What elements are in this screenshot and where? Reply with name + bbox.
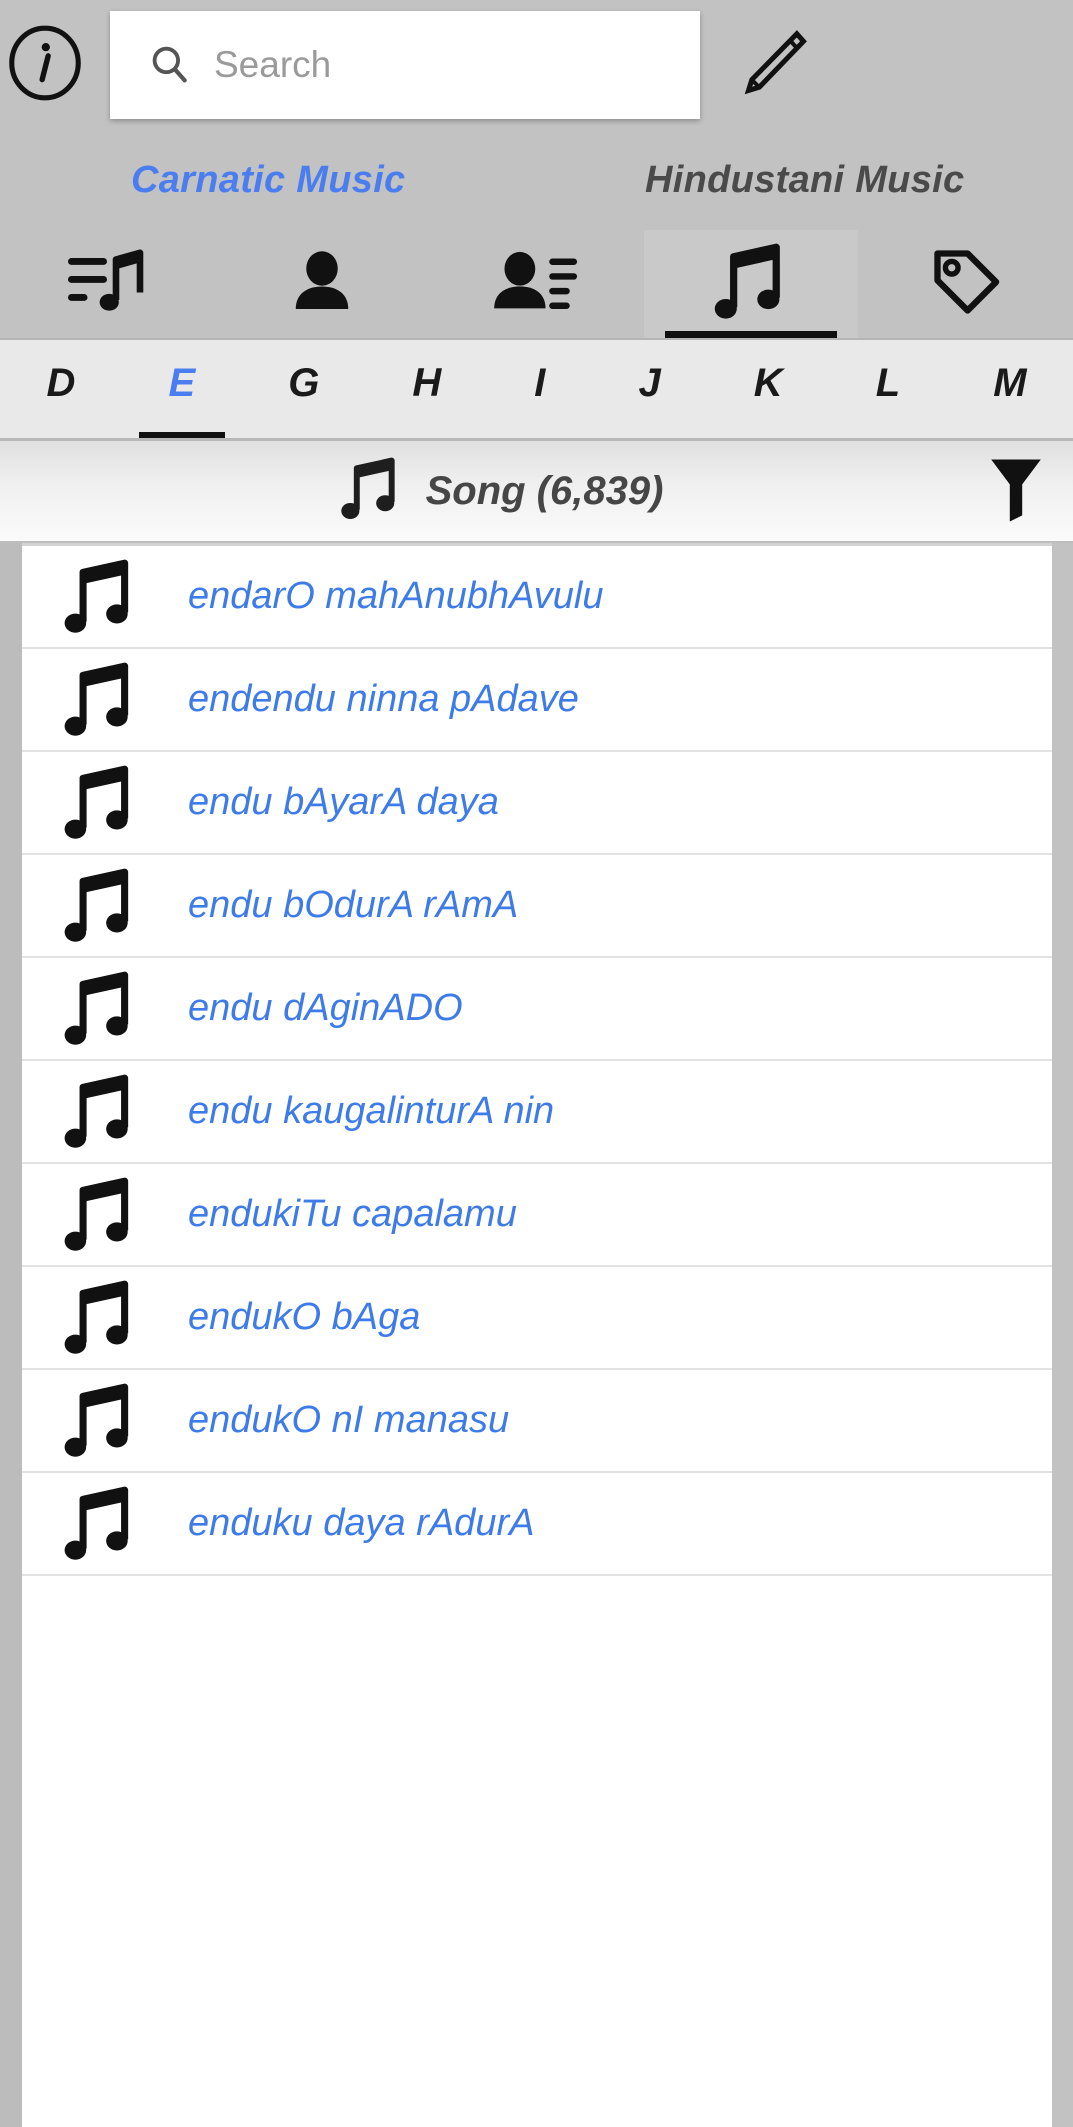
app-root: Carnatic Music Hindustani Music [0, 0, 1073, 2127]
song-list-item[interactable]: endu kaugalinturA nin [22, 1061, 1052, 1164]
alpha-tab-k-label: K [753, 360, 783, 405]
list-right-gutter [1052, 543, 1073, 2127]
song-list-item[interactable]: endukO bAga [22, 1267, 1052, 1370]
category-music-note[interactable] [643, 230, 859, 338]
music-note-icon [60, 866, 140, 946]
song-title-link[interactable]: enduku daya rAdurA [188, 1502, 534, 1545]
music-note-icon [60, 1175, 140, 1255]
song-title-link[interactable]: endu dAginADO [188, 987, 463, 1030]
music-note-icon [60, 763, 140, 843]
alphabet-index-bar: D E G H I J K L M [0, 338, 1073, 438]
music-note-icon [60, 1484, 140, 1564]
list-scrollbar-left[interactable] [0, 543, 22, 2127]
alpha-tab-j-label: J [638, 360, 661, 405]
alpha-tab-l-label: L [875, 360, 901, 405]
alpha-tab-h[interactable]: H [366, 340, 488, 438]
song-title-link[interactable]: endu bOdurA rAmA [188, 884, 518, 927]
search-icon [148, 43, 192, 87]
music-note-icon [60, 1278, 140, 1358]
alpha-tab-i[interactable]: I [488, 340, 592, 438]
song-list-item[interactable]: endarO mahAnubhAvulu [22, 546, 1052, 649]
tab-carnatic-music[interactable]: Carnatic Music [0, 130, 537, 250]
music-note-icon [340, 455, 402, 528]
song-title-link[interactable]: endu kaugalinturA nin [188, 1090, 554, 1133]
tab-hindustani-music[interactable]: Hindustani Music [537, 130, 1073, 230]
song-title-link[interactable]: endukiTu capalamu [188, 1193, 517, 1236]
alpha-tab-e[interactable]: E [122, 340, 242, 438]
alpha-tab-d[interactable]: D [0, 340, 122, 438]
song-section-header: Song (6,839) [0, 438, 1073, 543]
filter-funnel-icon [985, 453, 1047, 530]
music-note-icon [711, 241, 791, 328]
song-list-item[interactable]: endu dAginADO [22, 958, 1052, 1061]
category-person[interactable] [215, 230, 430, 338]
song-list-item[interactable]: enduku daya rAdurA [22, 1473, 1052, 1576]
info-circle-icon [7, 25, 83, 106]
filter-button[interactable] [981, 453, 1051, 530]
genre-tab-bar: Carnatic Music Hindustani Music [0, 130, 1073, 250]
alpha-tab-j[interactable]: J [592, 340, 707, 438]
alpha-tab-e-label: E [168, 360, 196, 405]
song-title-link[interactable]: endarO mahAnubhAvulu [188, 575, 603, 618]
music-note-icon [60, 1381, 140, 1461]
person-list-icon [492, 246, 580, 323]
song-list-container: endarO mahAnubhAvulu endendu ninna pAdave… [0, 543, 1073, 2127]
tab-carnatic-music-label: Carnatic Music [130, 158, 406, 201]
song-list-item[interactable]: endu bOdurA rAmA [22, 855, 1052, 958]
alpha-tab-m-label: M [993, 360, 1027, 405]
category-tag[interactable] [858, 230, 1073, 338]
person-icon [286, 246, 358, 323]
song-title-link[interactable]: endukO bAga [188, 1296, 420, 1339]
search-input[interactable] [214, 11, 700, 119]
queue-music-icon [65, 246, 149, 323]
song-list-item[interactable]: endendu ninna pAdave [22, 649, 1052, 752]
song-list-item[interactable]: endukiTu capalamu [22, 1164, 1052, 1267]
music-note-icon [60, 1072, 140, 1152]
alpha-tab-m[interactable]: M [947, 340, 1073, 438]
alpha-tab-h-label: H [412, 360, 442, 405]
music-note-icon [60, 969, 140, 1049]
song-count-title: Song (6,839) [425, 468, 664, 513]
category-icon-bar [0, 230, 1073, 338]
top-bar [0, 0, 1073, 130]
edit-button[interactable] [726, 20, 816, 110]
pencil-edit-icon [731, 23, 811, 108]
alpha-tab-d-label: D [46, 360, 76, 405]
tab-hindustani-music-label: Hindustani Music [645, 158, 965, 201]
music-note-icon [60, 660, 140, 740]
alpha-tab-g-label: G [288, 360, 320, 405]
search-box[interactable] [110, 11, 700, 119]
song-list-item[interactable]: endukO nI manasu [22, 1370, 1052, 1473]
song-title-link[interactable]: endu bAyarA daya [188, 781, 499, 824]
alpha-tab-l[interactable]: L [829, 340, 946, 438]
alpha-tab-i-label: I [534, 360, 546, 405]
alpha-tab-g[interactable]: G [242, 340, 366, 438]
song-title-link[interactable]: endendu ninna pAdave [188, 678, 579, 721]
song-list[interactable]: endarO mahAnubhAvulu endendu ninna pAdave… [22, 543, 1052, 2127]
music-note-icon [60, 557, 140, 637]
song-list-item[interactable]: endu bAyarA daya [22, 752, 1052, 855]
tag-icon [928, 244, 1004, 325]
category-person-list[interactable] [429, 230, 644, 338]
info-button[interactable] [4, 24, 86, 106]
song-section-header-center: Song (6,839) [22, 455, 981, 528]
song-title-link[interactable]: endukO nI manasu [188, 1399, 509, 1442]
alpha-tab-k[interactable]: K [707, 340, 829, 438]
category-queue-music[interactable] [0, 230, 215, 338]
